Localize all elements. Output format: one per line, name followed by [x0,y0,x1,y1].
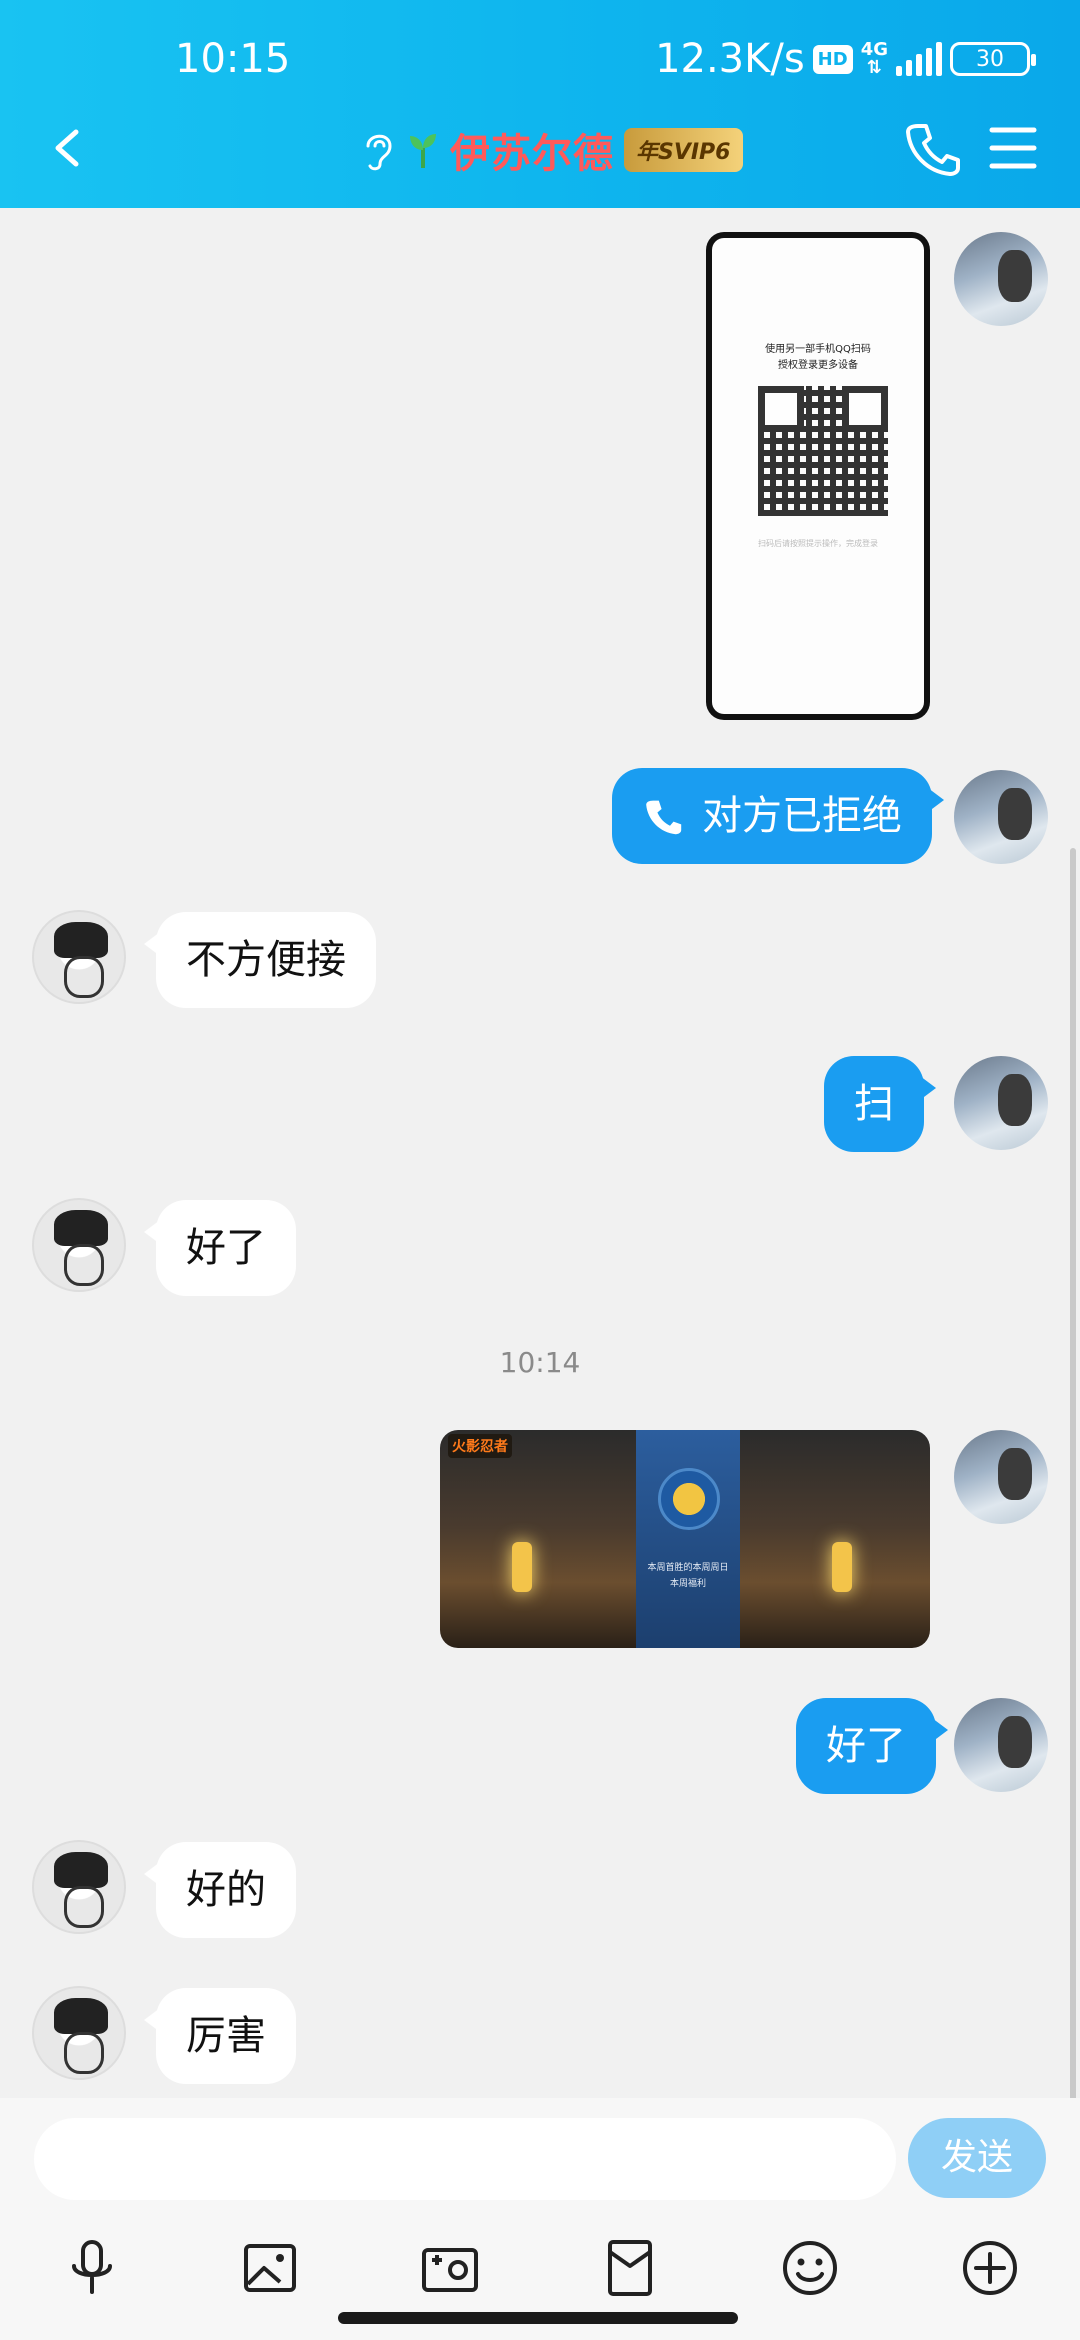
plus-icon [963,2241,1017,2295]
battery-level: 30 [976,46,1004,72]
camera-button[interactable] [420,2238,480,2298]
microphone-icon [72,2240,112,2294]
ear-icon [366,134,392,171]
more-tools-button[interactable] [960,2238,1020,2298]
chat-header: 10:15 12.3K/s HD 4G ⇅ 30 伊苏尔德 年SVIP6 [0,0,1080,208]
battery-icon: 30 [950,42,1036,76]
net-speed: 12.3K/s [655,36,805,82]
avatar-self[interactable] [954,1430,1048,1524]
qr-footnote: 扫码后请按照提示操作，完成登录 [758,539,878,548]
emoji-button[interactable] [780,2238,840,2298]
avatar-contact[interactable] [32,1840,126,1934]
network-type: 4G ⇅ [861,41,888,77]
voice-button[interactable] [62,2238,122,2298]
qr-screenshot: 使用另一部手机QQ扫码 授权登录更多设备 扫码后请按照提示操作，完成登录 [712,238,924,714]
phone-icon [906,124,960,176]
avatar-self[interactable] [954,232,1048,326]
message-bubble-incoming[interactable]: 好的 [144,1842,296,1938]
avatar-self[interactable] [954,1698,1048,1792]
red-packet-icon [608,2240,652,2296]
input-toolbar [0,2238,1080,2314]
game-panel-line1: 本周首胜的本周周日 [647,1563,729,1573]
more-menu-button[interactable] [988,124,1038,172]
red-packet-button[interactable] [600,2238,660,2298]
avatar-contact[interactable] [32,1198,126,1292]
avatar-self[interactable] [954,1056,1048,1150]
game-panel [636,1430,740,1648]
qr-code [758,386,888,516]
contact-name: 伊苏尔德 [450,131,614,177]
home-indicator[interactable] [338,2312,738,2324]
status-time: 10:15 [175,36,291,82]
back-icon [55,129,79,167]
message-list[interactable]: 使用另一部手机QQ扫码 授权登录更多设备 扫码后请按照提示操作，完成登录 对方已… [0,208,1080,2298]
call-status-text: 对方已拒绝 [702,793,902,839]
call-status-bubble[interactable]: 对方已拒绝 [612,768,944,864]
message-text: 好了 [186,1225,266,1271]
message-bubble-incoming[interactable]: 不方便接 [144,912,376,1008]
message-bubble-incoming[interactable]: 好了 [144,1200,296,1296]
camera-icon [422,2248,478,2292]
avatar-contact[interactable] [32,1986,126,2080]
updown-arrows-icon: ⇅ [866,57,882,78]
hd-badge: HD [812,44,853,74]
time-divider: 10:14 [499,1346,581,1379]
game-panel-line2: 本周福利 [669,1579,706,1589]
emblem-icon [658,1468,720,1530]
message-text: 不方便接 [186,937,346,983]
svip-badge[interactable]: 年SVIP6 [624,128,743,172]
game-panel-text: 本周首胜的本周周日 本周福利 [640,1560,736,1592]
image-button[interactable] [240,2238,300,2298]
message-text: 扫 [854,1081,894,1127]
lantern-icon [512,1542,532,1592]
status-indicators: 12.3K/s HD 4G ⇅ 30 [655,36,1036,82]
lantern-icon [832,1542,852,1592]
input-bar: 发送 [0,2098,1080,2340]
avatar-contact[interactable] [32,910,126,1004]
phone-icon [646,800,682,835]
qr-caption: 使用另一部手机QQ扫码 授权登录更多设备 [712,342,924,374]
chat-title[interactable]: 伊苏尔德 年SVIP6 [360,118,743,182]
message-input[interactable] [34,2118,896,2200]
message-bubble-incoming[interactable]: 厉害 [144,1988,296,2084]
qr-caption-line1: 使用另一部手机QQ扫码 [765,344,871,355]
send-button[interactable]: 发送 [908,2118,1046,2198]
message-text: 好了 [826,1723,906,1769]
message-bubble-outgoing[interactable]: 扫 [824,1056,936,1152]
emoji-icon [783,2241,837,2295]
scrollbar[interactable] [1070,848,1076,2298]
message-text: 厉害 [186,2013,266,2059]
message-bubble-outgoing[interactable]: 好了 [796,1698,948,1794]
back-button[interactable] [42,118,92,178]
image-icon [244,2244,296,2292]
qr-caption-line2: 授权登录更多设备 [778,360,858,371]
image-message-game[interactable]: 火影忍者 本周首胜的本周周日 本周福利 [440,1430,930,1648]
sprout-icon [410,134,436,168]
call-button[interactable] [904,118,960,178]
signal-icon [896,42,942,76]
image-message-qr[interactable]: 使用另一部手机QQ扫码 授权登录更多设备 扫码后请按照提示操作，完成登录 [706,232,930,720]
game-logo: 火影忍者 [448,1434,512,1458]
menu-icon [989,127,1037,169]
avatar-self[interactable] [954,770,1048,864]
message-text: 好的 [186,1867,266,1913]
